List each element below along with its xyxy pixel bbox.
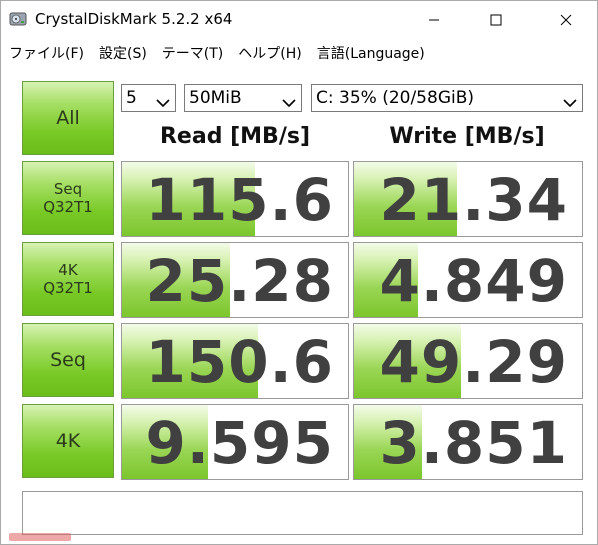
close-icon bbox=[560, 14, 572, 26]
read-header: Read [MB/s] bbox=[159, 124, 310, 149]
comment-field[interactable] bbox=[22, 491, 583, 535]
4k-button[interactable]: 4K bbox=[22, 404, 114, 478]
drive-select[interactable]: C: 35% (20/58GiB) bbox=[311, 84, 583, 112]
result-cell-write: 21.34 bbox=[353, 161, 583, 237]
menu-help[interactable]: ヘルプ(H) bbox=[238, 43, 301, 63]
test-count-value: 5 bbox=[126, 88, 137, 108]
write-value: 4.849 bbox=[379, 247, 568, 315]
menu-theme[interactable]: テーマ(T) bbox=[162, 43, 223, 63]
menu-bar: ファイル(F) 設定(S) テーマ(T) ヘルプ(H) 言語(Language) bbox=[1, 39, 597, 67]
maximize-icon bbox=[490, 14, 502, 26]
result-cell-read: 150.6 bbox=[121, 323, 349, 399]
chevron-down-icon bbox=[156, 93, 170, 113]
read-value: 115.6 bbox=[145, 166, 334, 234]
test-size-value: 50MiB bbox=[189, 88, 242, 108]
write-value: 49.29 bbox=[379, 328, 568, 396]
minimize-icon bbox=[428, 14, 440, 26]
all-button[interactable]: All bbox=[22, 81, 114, 155]
title-bar[interactable]: CrystalDiskMark 5.2.2 x64 bbox=[1, 1, 597, 39]
test-label-line1: Seq bbox=[50, 348, 86, 371]
menu-language[interactable]: 言語(Language) bbox=[317, 43, 425, 63]
chevron-down-icon bbox=[282, 93, 296, 113]
test-size-select[interactable]: 50MiB bbox=[184, 84, 302, 112]
write-header: Write [MB/s] bbox=[389, 124, 545, 149]
4k-q32t1-button[interactable]: 4K Q32T1 bbox=[22, 242, 114, 316]
disk-icon bbox=[9, 10, 27, 28]
app-window: CrystalDiskMark 5.2.2 x64 ファイル(F) 設定(S) … bbox=[0, 0, 598, 545]
window-title: CrystalDiskMark 5.2.2 x64 bbox=[35, 10, 233, 28]
seq-q32t1-button[interactable]: Seq Q32T1 bbox=[22, 161, 114, 235]
main-panel: All 5 50MiB C: 35% (20/58GiB) Read [MB/s… bbox=[6, 71, 592, 539]
write-value: 21.34 bbox=[379, 166, 568, 234]
result-cell-read: 9.595 bbox=[121, 404, 349, 480]
maximize-button[interactable] bbox=[473, 1, 519, 39]
chevron-down-icon bbox=[563, 93, 577, 113]
result-cell-write: 3.851 bbox=[353, 404, 583, 480]
write-value: 3.851 bbox=[379, 409, 568, 477]
drive-value: C: 35% (20/58GiB) bbox=[316, 88, 475, 108]
read-value: 9.595 bbox=[145, 409, 334, 477]
result-cell-read: 115.6 bbox=[121, 161, 349, 237]
read-value: 25.28 bbox=[145, 247, 334, 315]
test-label-line2: Q32T1 bbox=[43, 279, 93, 297]
result-cell-write: 49.29 bbox=[353, 323, 583, 399]
read-value: 150.6 bbox=[145, 328, 334, 396]
test-label-line2: Q32T1 bbox=[43, 198, 93, 216]
menu-settings[interactable]: 設定(S) bbox=[99, 43, 147, 63]
test-label-line1: 4K bbox=[55, 429, 81, 452]
minimize-button[interactable] bbox=[411, 1, 457, 39]
watermark-logo bbox=[9, 528, 71, 541]
result-cell-read: 25.28 bbox=[121, 242, 349, 318]
test-count-select[interactable]: 5 bbox=[121, 84, 176, 112]
close-button[interactable] bbox=[543, 1, 589, 39]
all-button-label: All bbox=[56, 106, 80, 129]
seq-button[interactable]: Seq bbox=[22, 323, 114, 397]
test-label-line1: 4K bbox=[58, 261, 78, 279]
result-cell-write: 4.849 bbox=[353, 242, 583, 318]
test-label-line1: Seq bbox=[53, 180, 83, 198]
menu-file[interactable]: ファイル(F) bbox=[9, 43, 84, 63]
